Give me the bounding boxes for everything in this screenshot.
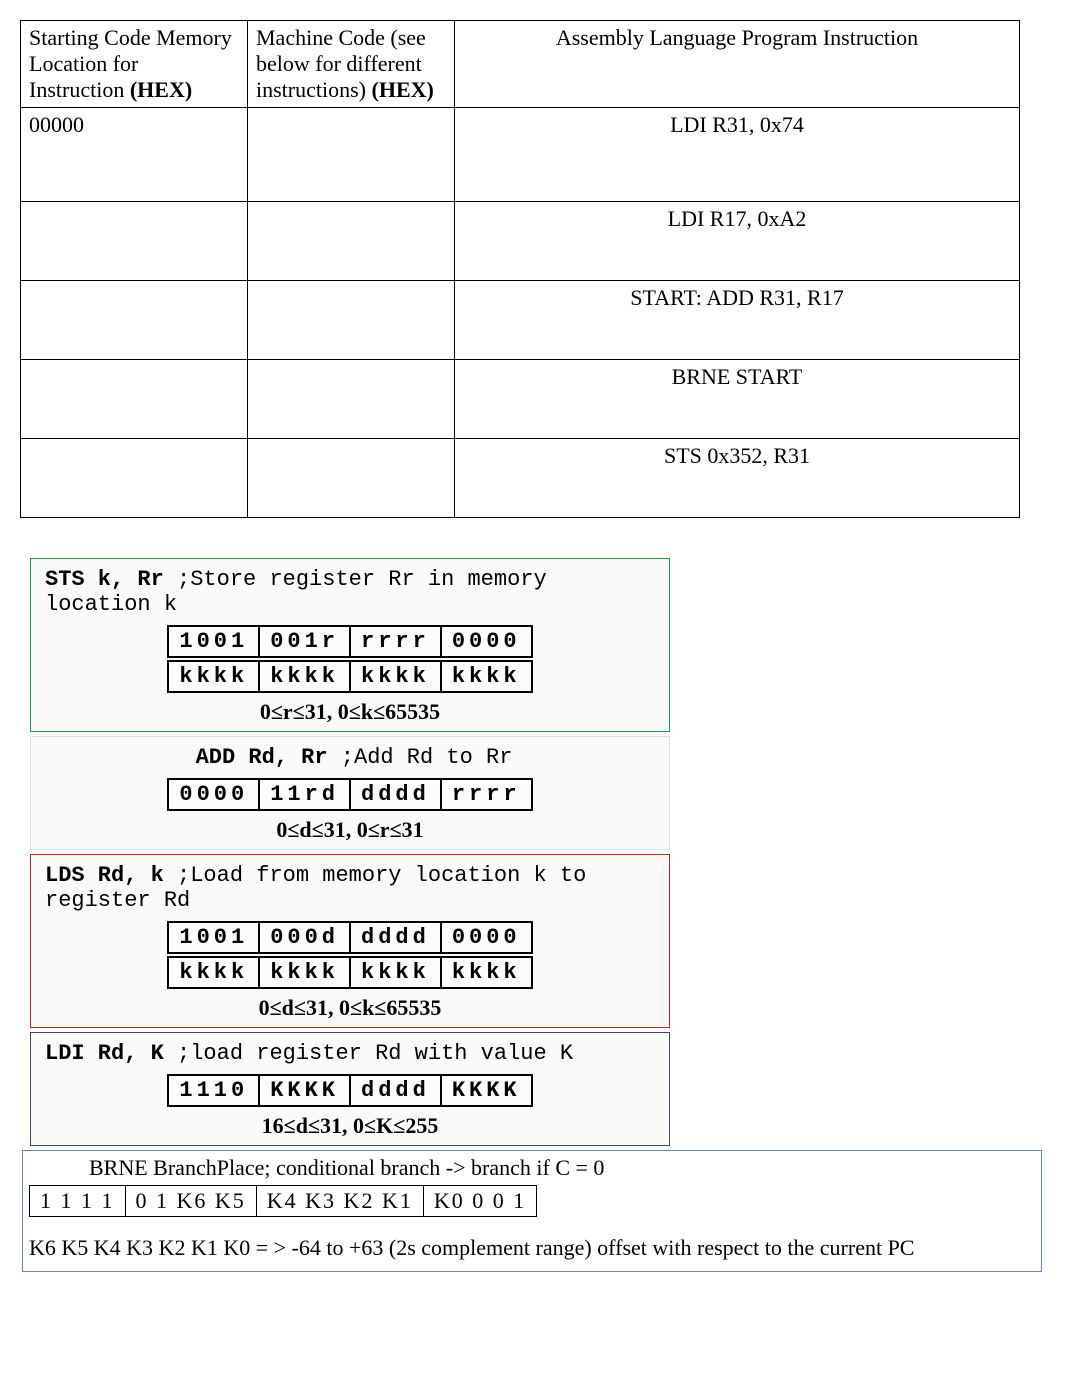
opcode-cell: 1 1 1 1 bbox=[30, 1186, 126, 1217]
opcode-cell: 0000 bbox=[440, 921, 533, 954]
add-opcode-row: 0000 11rd dddd rrrr bbox=[37, 778, 663, 811]
opcode-cell: KKKK bbox=[258, 1074, 351, 1107]
cell-addr: 00000 bbox=[21, 108, 248, 202]
lds-range: 0≤d≤31, 0≤k≤65535 bbox=[37, 995, 663, 1021]
opcode-cell: kkkk bbox=[167, 956, 260, 989]
ldi-opcode-row: 1110 KKKK dddd KKKK bbox=[37, 1074, 663, 1107]
cell-machine bbox=[248, 281, 455, 360]
opcode-cell: rrrr bbox=[440, 778, 533, 811]
cell-addr bbox=[21, 281, 248, 360]
cell-asm: STS 0x352, R31 bbox=[455, 439, 1020, 518]
add-mnemonic: ADD Rd, Rr bbox=[196, 745, 328, 770]
brne-opcode-table: 1 1 1 1 0 1 K6 K5 K4 K3 K2 K1 K0 0 0 1 bbox=[29, 1185, 537, 1217]
lds-opcode-row-2: kkkk kkkk kkkk kkkk bbox=[37, 956, 663, 989]
opcode-cell: kkkk bbox=[167, 660, 260, 693]
opcode-cell: 001r bbox=[258, 625, 351, 658]
opcode-cell: kkkk bbox=[440, 660, 533, 693]
lds-block: LDS Rd, k ;Load from memory location k t… bbox=[30, 854, 670, 1028]
cell-machine bbox=[248, 202, 455, 281]
worksheet-header-row: Starting Code Memory Location for Instru… bbox=[21, 21, 1020, 108]
ldi-block: LDI Rd, K ;load register Rd with value K… bbox=[30, 1032, 670, 1146]
opcode-cell: dddd bbox=[349, 921, 442, 954]
table-row: BRNE START bbox=[21, 360, 1020, 439]
sts-opcode-row-1: 1001 001r rrrr 0000 bbox=[37, 625, 663, 658]
opcode-cell: kkkk bbox=[258, 660, 351, 693]
cell-asm: LDI R31, 0x74 bbox=[455, 108, 1020, 202]
add-range: 0≤d≤31, 0≤r≤31 bbox=[37, 817, 663, 843]
cell-addr bbox=[21, 439, 248, 518]
opcode-cell: 11rd bbox=[258, 778, 351, 811]
header-a-bold: (HEX) bbox=[130, 77, 192, 102]
lds-mnemonic: LDS Rd, k bbox=[45, 863, 164, 888]
cell-addr bbox=[21, 202, 248, 281]
opcode-cell: kkkk bbox=[258, 956, 351, 989]
sts-block: STS k, Rr ;Store register Rr in memory l… bbox=[30, 558, 670, 732]
opcode-cell: 0000 bbox=[167, 778, 260, 811]
cell-asm: LDI R17, 0xA2 bbox=[455, 202, 1020, 281]
table-row: STS 0x352, R31 bbox=[21, 439, 1020, 518]
brne-block: BRNE BranchPlace; conditional branch -> … bbox=[22, 1150, 1042, 1272]
opcode-cell: 1001 bbox=[167, 921, 260, 954]
ldi-mnemonic: LDI Rd, K bbox=[45, 1041, 164, 1066]
header-machine-code: Machine Code (see below for different in… bbox=[248, 21, 455, 108]
opcode-cell: 1110 bbox=[167, 1074, 260, 1107]
header-starting-code: Starting Code Memory Location for Instru… bbox=[21, 21, 248, 108]
sts-opcode-row-2: kkkk kkkk kkkk kkkk bbox=[37, 660, 663, 693]
header-b-bold: (HEX) bbox=[372, 77, 434, 102]
header-asm: Assembly Language Program Instruction bbox=[455, 21, 1020, 108]
opcode-cell: 000d bbox=[258, 921, 351, 954]
opcode-cell: K4 K3 K2 K1 bbox=[256, 1186, 423, 1217]
opcode-cell: 0 1 K6 K5 bbox=[125, 1186, 256, 1217]
worksheet-table: Starting Code Memory Location for Instru… bbox=[20, 20, 1020, 518]
ldi-desc: LDI Rd, K ;load register Rd with value K bbox=[45, 1041, 663, 1066]
table-row: LDI R17, 0xA2 bbox=[21, 202, 1020, 281]
sts-desc: STS k, Rr ;Store register Rr in memory l… bbox=[45, 567, 663, 617]
opcode-cell: 1001 bbox=[167, 625, 260, 658]
opcode-cell: kkkk bbox=[349, 956, 442, 989]
opcode-cell: kkkk bbox=[349, 660, 442, 693]
cell-machine bbox=[248, 439, 455, 518]
opcode-cell: rrrr bbox=[349, 625, 442, 658]
cell-machine bbox=[248, 360, 455, 439]
opcode-cell: KKKK bbox=[440, 1074, 533, 1107]
ldi-comment: ;load register Rd with value K bbox=[164, 1041, 573, 1066]
sts-mnemonic: STS k, Rr bbox=[45, 567, 164, 592]
cell-asm: BRNE START bbox=[455, 360, 1020, 439]
opcode-cell: kkkk bbox=[440, 956, 533, 989]
brne-title: BRNE BranchPlace; conditional branch -> … bbox=[89, 1155, 1035, 1181]
opcode-cell: K0 0 0 1 bbox=[423, 1186, 536, 1217]
cell-asm: START: ADD R31, R17 bbox=[455, 281, 1020, 360]
add-comment: ;Add Rd to Rr bbox=[328, 745, 513, 770]
lds-opcode-row-1: 1001 000d dddd 0000 bbox=[37, 921, 663, 954]
opcode-cell: 0000 bbox=[440, 625, 533, 658]
sts-range: 0≤r≤31, 0≤k≤65535 bbox=[37, 699, 663, 725]
table-row: START: ADD R31, R17 bbox=[21, 281, 1020, 360]
add-block: ADD Rd, Rr ;Add Rd to Rr 0000 11rd dddd … bbox=[30, 736, 670, 850]
lds-desc: LDS Rd, k ;Load from memory location k t… bbox=[45, 863, 663, 913]
instruction-reference-area: STS k, Rr ;Store register Rr in memory l… bbox=[30, 558, 670, 1146]
opcode-cell: dddd bbox=[349, 778, 442, 811]
ldi-range: 16≤d≤31, 0≤K≤255 bbox=[37, 1113, 663, 1139]
table-row: 00000 LDI R31, 0x74 bbox=[21, 108, 1020, 202]
add-desc: ADD Rd, Rr ;Add Rd to Rr bbox=[45, 745, 663, 770]
cell-addr bbox=[21, 360, 248, 439]
brne-opcode-row: 1 1 1 1 0 1 K6 K5 K4 K3 K2 K1 K0 0 0 1 bbox=[30, 1186, 537, 1217]
brne-note: K6 K5 K4 K3 K2 K1 K0 = > -64 to +63 (2s … bbox=[29, 1235, 1035, 1261]
opcode-cell: dddd bbox=[349, 1074, 442, 1107]
cell-machine bbox=[248, 108, 455, 202]
